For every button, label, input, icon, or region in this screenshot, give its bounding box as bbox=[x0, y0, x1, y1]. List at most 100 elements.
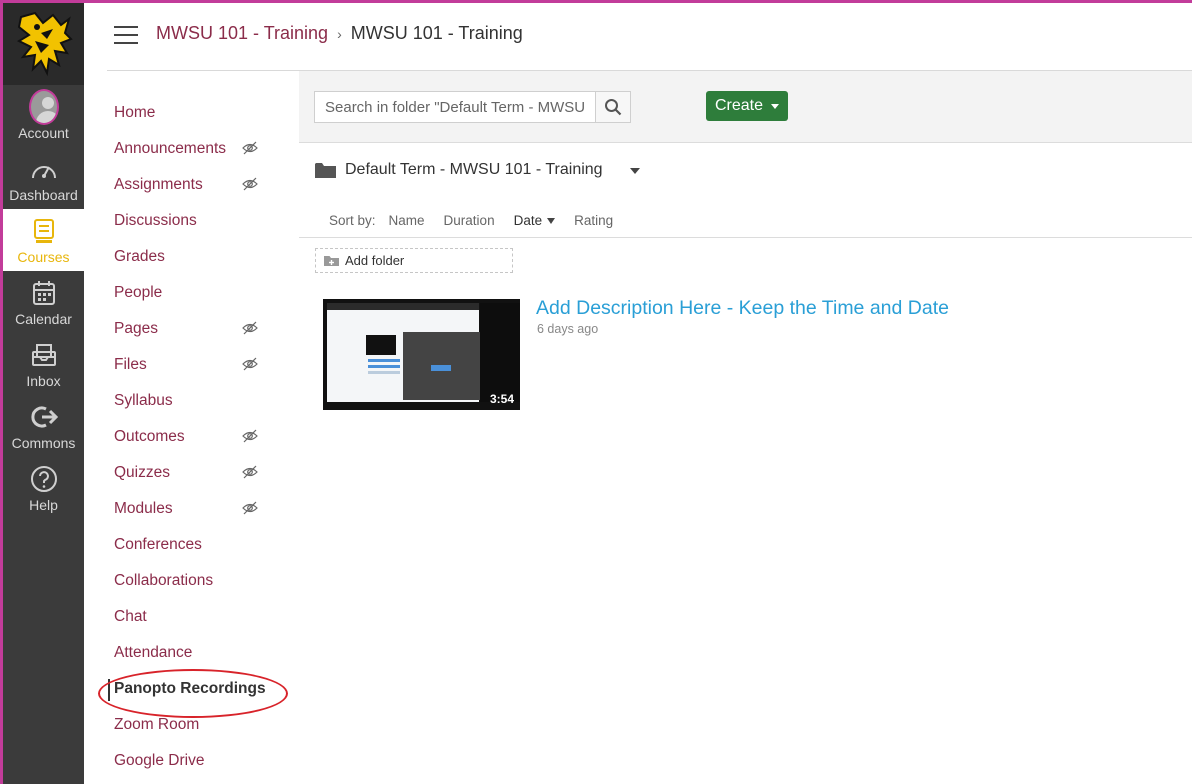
folder-icon bbox=[315, 162, 336, 178]
course-nav-label: Syllabus bbox=[114, 392, 173, 409]
sort-option-date-label: Date bbox=[513, 213, 543, 228]
hamburger-icon bbox=[114, 26, 138, 28]
course-nav-people[interactable]: People bbox=[100, 275, 290, 311]
course-nav-label: Modules bbox=[114, 500, 173, 517]
global-nav-help[interactable]: Help bbox=[3, 457, 84, 519]
breadcrumb-course-link[interactable]: MWSU 101 - Training bbox=[156, 23, 328, 44]
thumbnail-pane bbox=[366, 335, 396, 355]
course-nav-label: Collaborations bbox=[114, 572, 214, 589]
inbox-icon bbox=[31, 344, 56, 366]
calendar-icon bbox=[32, 281, 55, 305]
hamburger-icon-bar bbox=[114, 34, 138, 36]
course-nav-quizzes[interactable]: Quizzes bbox=[100, 455, 290, 491]
search-button[interactable] bbox=[595, 92, 630, 122]
course-nav-label: Announcements bbox=[114, 140, 227, 157]
course-nav-google-drive[interactable]: Google Drive bbox=[100, 743, 290, 779]
sort-option-duration[interactable]: Duration bbox=[444, 213, 495, 228]
eye-slash-icon bbox=[242, 501, 258, 515]
griffon-logo-icon bbox=[16, 11, 73, 77]
course-nav-conferences[interactable]: Conferences bbox=[100, 527, 290, 563]
add-folder-button[interactable]: Add folder bbox=[315, 248, 513, 273]
global-nav-label: Help bbox=[29, 497, 58, 513]
university-logo[interactable] bbox=[3, 3, 84, 85]
course-nav-modules[interactable]: Modules bbox=[100, 491, 290, 527]
course-nav-grades[interactable]: Grades bbox=[100, 239, 290, 275]
course-nav-panopto-recordings[interactable]: Panopto Recordings bbox=[100, 671, 290, 707]
create-button-label: Create bbox=[714, 97, 764, 114]
course-nav-label: Pages bbox=[114, 320, 158, 337]
course-nav-label: People bbox=[114, 284, 163, 301]
courses-icon bbox=[33, 219, 54, 243]
global-nav-inbox[interactable]: Inbox bbox=[3, 333, 84, 395]
course-menu-toggle-button[interactable] bbox=[114, 26, 138, 46]
sort-option-date[interactable]: Date bbox=[514, 213, 556, 228]
folder-dropdown-caret-icon[interactable] bbox=[630, 168, 640, 174]
panopto-content: Create Default Term - MWSU 101 - Trainin… bbox=[299, 71, 1192, 784]
global-nav-label: Dashboard bbox=[9, 187, 78, 203]
global-navigation: Account Dashboard Courses Calendar Inbox… bbox=[3, 3, 84, 784]
course-nav-assignments[interactable]: Assignments bbox=[100, 167, 290, 203]
course-nav-label: Assignments bbox=[114, 176, 203, 193]
panopto-toolbar: Create bbox=[299, 71, 1192, 143]
avatar-icon bbox=[28, 89, 59, 125]
folder-name: Default Term - MWSU 101 - Training bbox=[345, 161, 603, 178]
course-nav-label: Zoom Room bbox=[114, 716, 200, 733]
global-nav-calendar[interactable]: Calendar bbox=[3, 271, 84, 333]
eye-slash-icon bbox=[242, 465, 258, 479]
course-nav-announcements[interactable]: Announcements bbox=[100, 131, 290, 167]
course-nav-label: Outcomes bbox=[114, 428, 185, 445]
chevron-right-icon: › bbox=[337, 25, 342, 42]
breadcrumb: MWSU 101 - Training › MWSU 101 - Trainin… bbox=[156, 23, 523, 44]
sort-option-rating[interactable]: Rating bbox=[574, 213, 613, 228]
eye-slash-icon bbox=[242, 321, 258, 335]
session-thumbnail[interactable]: 3:54 bbox=[323, 299, 520, 410]
global-nav-label: Inbox bbox=[26, 373, 61, 389]
search-box bbox=[314, 91, 631, 123]
eye-slash-icon bbox=[242, 357, 258, 371]
course-nav-label: Google Drive bbox=[114, 752, 205, 769]
thumbnail-pane bbox=[431, 365, 451, 371]
global-nav-label: Courses bbox=[17, 249, 70, 265]
course-nav-label: Conferences bbox=[114, 536, 202, 553]
global-nav-dashboard[interactable]: Dashboard bbox=[3, 147, 84, 209]
course-nav-zoom-room[interactable]: Zoom Room bbox=[100, 707, 290, 743]
course-nav-label: Home bbox=[114, 104, 156, 121]
breadcrumb-current: MWSU 101 - Training bbox=[350, 23, 523, 43]
sort-label: Sort by: bbox=[329, 213, 376, 228]
course-nav-label: Discussions bbox=[114, 212, 197, 229]
folder-header: Default Term - MWSU 101 - Training bbox=[315, 161, 603, 179]
course-nav-outcomes[interactable]: Outcomes bbox=[100, 419, 290, 455]
thumbnail-window-bar bbox=[327, 303, 479, 310]
window-frame-top bbox=[0, 0, 1192, 3]
create-button[interactable]: Create bbox=[706, 91, 788, 121]
commons-icon bbox=[30, 406, 58, 428]
global-nav-commons[interactable]: Commons bbox=[3, 395, 84, 457]
global-nav-label: Account bbox=[18, 125, 69, 141]
course-nav-label: Quizzes bbox=[114, 464, 170, 481]
course-nav-chat[interactable]: Chat bbox=[100, 599, 290, 635]
global-nav-account[interactable]: Account bbox=[3, 85, 84, 147]
caret-down-icon bbox=[771, 103, 780, 109]
course-nav-home[interactable]: Home bbox=[100, 95, 290, 131]
course-nav-attendance[interactable]: Attendance bbox=[100, 635, 290, 671]
dashboard-icon bbox=[31, 166, 56, 179]
course-nav-files[interactable]: Files bbox=[100, 347, 290, 383]
course-nav-discussions[interactable]: Discussions bbox=[100, 203, 290, 239]
course-nav-label: Files bbox=[114, 356, 147, 373]
global-nav-courses[interactable]: Courses bbox=[3, 209, 84, 271]
course-navigation: Home Announcements Assignments Discussio… bbox=[100, 95, 290, 779]
course-nav-pages[interactable]: Pages bbox=[100, 311, 290, 347]
help-icon bbox=[30, 466, 57, 492]
thumbnail-side-panel bbox=[480, 303, 520, 402]
sort-divider bbox=[299, 237, 1192, 238]
course-nav-syllabus[interactable]: Syllabus bbox=[100, 383, 290, 419]
course-nav-label: Chat bbox=[114, 608, 147, 625]
eye-slash-icon bbox=[242, 429, 258, 443]
session-title-link[interactable]: Add Description Here - Keep the Time and… bbox=[536, 297, 949, 320]
session-date: 6 days ago bbox=[537, 322, 599, 336]
search-input[interactable] bbox=[315, 92, 595, 122]
sort-option-name[interactable]: Name bbox=[389, 213, 425, 228]
course-nav-label: Grades bbox=[114, 248, 165, 265]
course-nav-collaborations[interactable]: Collaborations bbox=[100, 563, 290, 599]
eye-slash-icon bbox=[242, 177, 258, 191]
